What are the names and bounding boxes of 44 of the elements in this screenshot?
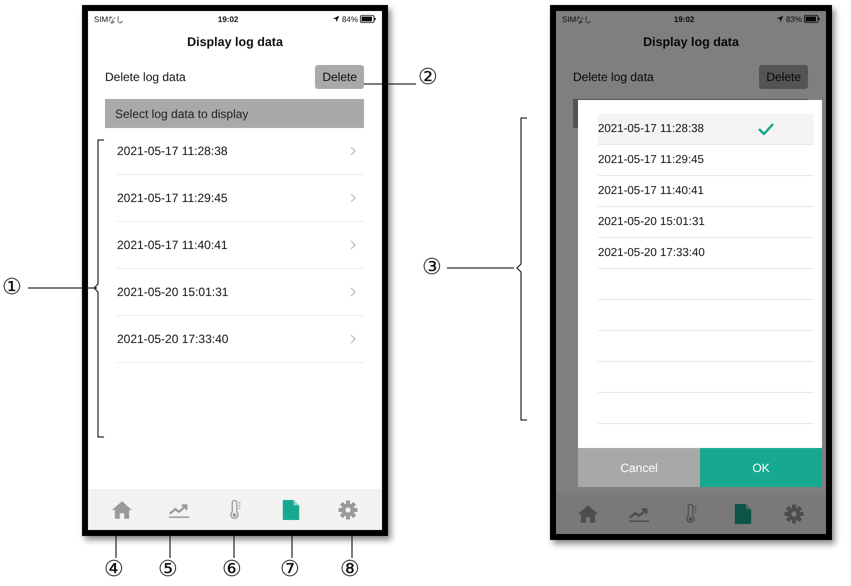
battery-icon (360, 15, 376, 23)
chevron-icon (350, 146, 356, 156)
callout-number: ② (418, 66, 438, 90)
battery-percent: 84% (342, 14, 358, 24)
delete-log-label: Delete log data (105, 70, 186, 84)
callout-number: ⑥ (222, 558, 242, 582)
settings-icon (336, 500, 359, 520)
chevron-icon (350, 240, 356, 250)
callout-number: ⑤ (158, 558, 178, 582)
settings-icon (783, 504, 806, 524)
location-arrow-icon (332, 15, 340, 23)
picker-option[interactable]: 2021-05-20 15:01:31 (598, 207, 814, 238)
picker-option[interactable]: 2021-05-20 17:33:40 (598, 238, 814, 269)
log-entry[interactable]: 2021-05-17 11:40:41 (117, 222, 364, 269)
picker-option[interactable]: 2021-05-17 11:29:45 (598, 145, 814, 176)
callout-number: ③ (422, 256, 442, 280)
callout-number: ⑦ (280, 558, 300, 582)
checkmark-icon (758, 123, 774, 135)
callout-number: ⑧ (340, 558, 360, 582)
delete-log-label: Delete log data (573, 70, 654, 84)
picker-option[interactable]: 2021-05-17 11:28:38 (598, 114, 814, 145)
carrier-label: SIMなし (562, 14, 592, 24)
house-icon (576, 504, 599, 524)
screen-title: Display log data (642, 35, 740, 49)
carrier-label: SIMなし (94, 14, 124, 24)
battery-percent: 83% (786, 14, 802, 24)
picker-option[interactable]: 2021-05-17 11:40:41 (598, 176, 814, 207)
callout-number: ① (2, 276, 22, 300)
status-time: 19:02 (218, 14, 238, 24)
chevron-icon (350, 193, 356, 203)
chevron-icon (350, 287, 356, 297)
log-entry[interactable]: 2021-05-17 11:29:45 (117, 175, 364, 222)
chevron-icon (350, 334, 356, 344)
log-entry[interactable]: 2021-05-20 15:01:31 (117, 269, 364, 316)
callout-number: ④ (104, 558, 124, 582)
log-entry[interactable]: 2021-05-20 17:33:40 (117, 316, 364, 363)
log-entry[interactable]: 2021-05-17 11:28:38 (117, 128, 364, 175)
list-header: Select log data to display (105, 99, 364, 128)
location-arrow-icon (776, 15, 784, 23)
screen-title: Display log data (186, 35, 284, 49)
battery-icon (804, 15, 820, 23)
house-icon (111, 500, 134, 520)
delete-button[interactable]: Delete (315, 65, 364, 89)
status-time: 19:02 (674, 14, 694, 24)
